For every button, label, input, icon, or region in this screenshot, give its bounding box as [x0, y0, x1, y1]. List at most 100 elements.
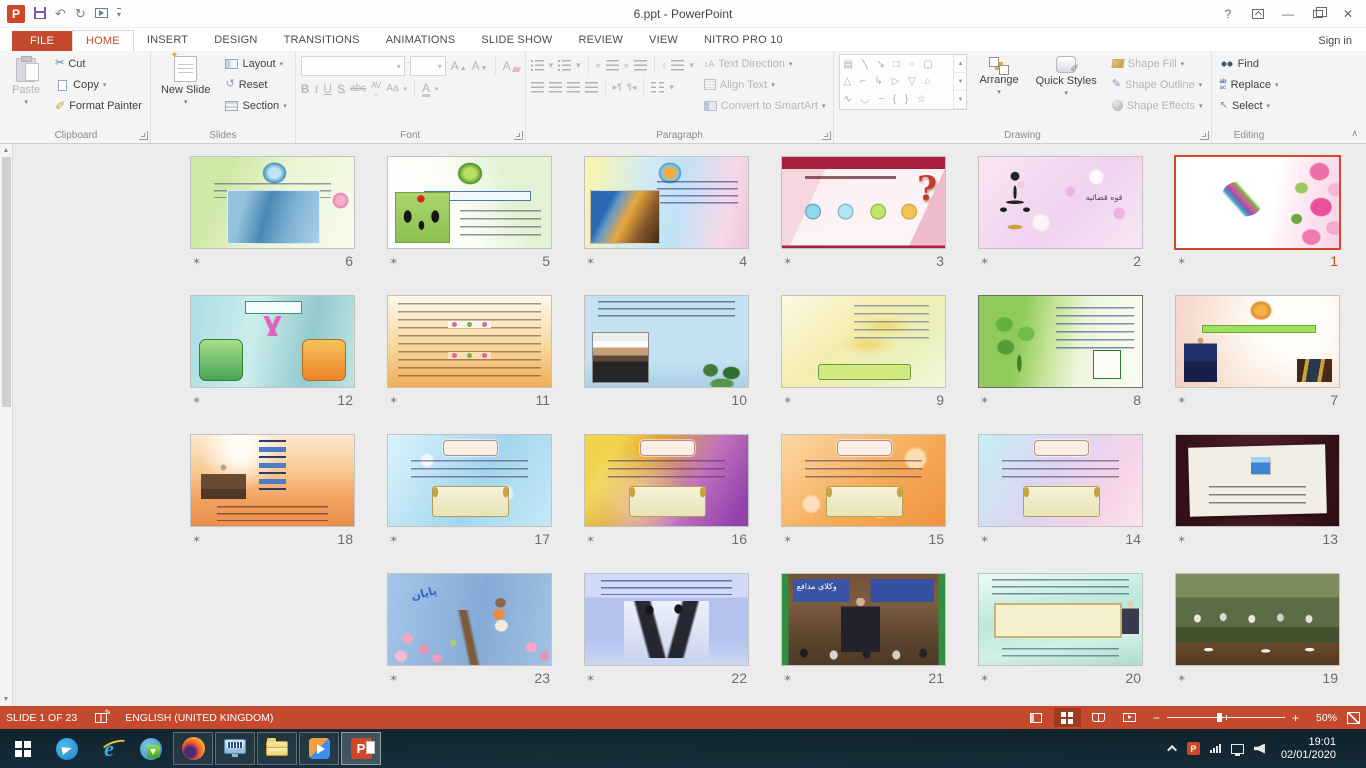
network-icon[interactable] [1231, 744, 1244, 754]
shapes-scroll-up[interactable]: ▲ [954, 55, 966, 73]
zoom-out-button[interactable]: − [1153, 712, 1160, 724]
tab-home[interactable]: HOME [72, 30, 134, 51]
zoom-slider-thumb[interactable] [1217, 713, 1222, 722]
slide-thumbnail[interactable] [978, 295, 1143, 388]
slide-card[interactable]: ✶ 6 [190, 156, 355, 271]
rtl-direction-button[interactable]: ¶◂ [627, 82, 636, 93]
tab-animations[interactable]: ANIMATIONS [373, 30, 469, 51]
slide-card[interactable]: ✶ 11 [387, 295, 552, 410]
text-direction-button[interactable]: ↕AText Direction▾ [701, 54, 829, 73]
slide-thumbnail[interactable]: وکلای مدافع [781, 573, 946, 666]
spell-check-icon[interactable] [95, 713, 107, 723]
slide-thumbnail[interactable] [978, 434, 1143, 527]
slide-card[interactable]: ✶ 8 [978, 295, 1143, 410]
slide-card[interactable]: ✶ 18 [190, 434, 355, 549]
start-from-beginning-button[interactable] [95, 7, 108, 20]
slide-sorter-view-button[interactable] [1054, 708, 1081, 727]
undo-button[interactable]: ↶ [55, 7, 66, 20]
zoom-level[interactable]: 50% [1309, 712, 1337, 724]
fit-slide-to-window-button[interactable] [1347, 712, 1360, 724]
tab-transitions[interactable]: TRANSITIONS [271, 30, 373, 51]
columns-button[interactable] [651, 82, 664, 93]
ribbon-display-options-button[interactable] [1244, 3, 1272, 25]
minimize-button[interactable]: — [1274, 3, 1302, 25]
taskbar-telegram[interactable] [47, 732, 87, 765]
align-right-button[interactable] [567, 82, 580, 93]
slide-thumbnail[interactable] [1175, 573, 1340, 666]
close-button[interactable]: ✕ [1334, 3, 1362, 25]
restore-button[interactable] [1304, 3, 1332, 25]
show-hidden-icons-chevron[interactable] [1167, 745, 1177, 755]
taskbar-internet-explorer[interactable]: e [89, 732, 129, 765]
slide-card[interactable]: ✶ 5 [387, 156, 552, 271]
slide-card[interactable]: ✶ 22 [584, 573, 749, 688]
slide-card[interactable]: ✶ 1 [1175, 156, 1340, 271]
font-color-button[interactable]: A [422, 82, 430, 97]
powerpoint-app-icon[interactable]: P [7, 5, 25, 23]
slide-thumbnail[interactable] [387, 434, 552, 527]
slide-thumbnail[interactable] [584, 573, 749, 666]
tray-powerpoint-icon[interactable]: P [1187, 742, 1200, 755]
slide-thumbnail[interactable] [1175, 295, 1340, 388]
slide-card[interactable]: ✶ 9 [781, 295, 946, 410]
slide-thumbnail[interactable] [781, 156, 946, 249]
slide-thumbnail[interactable]: قوه قضائیه [978, 156, 1143, 249]
find-button[interactable]: Find [1217, 54, 1282, 73]
layout-button[interactable]: Layout▾ [222, 54, 289, 73]
slide-thumbnail[interactable] [781, 295, 946, 388]
slide-thumbnail[interactable] [387, 295, 552, 388]
slide-thumbnail[interactable] [387, 156, 552, 249]
align-left-button[interactable] [531, 82, 544, 93]
replace-button[interactable]: abacReplace▾ [1217, 75, 1282, 94]
slide-thumbnail[interactable] [584, 156, 749, 249]
decrease-indent-button[interactable]: « [596, 60, 601, 70]
ltr-direction-button[interactable]: ▸¶ [613, 82, 622, 93]
tab-nitro-pro-10[interactable]: NITRO PRO 10 [691, 30, 796, 51]
slide-card[interactable]: پایان ✶ 23 [387, 573, 552, 688]
line-spacing-button[interactable]: ↕ [662, 60, 667, 70]
tab-design[interactable]: DESIGN [201, 30, 270, 51]
taskbar-media-player[interactable] [299, 732, 339, 765]
cut-button[interactable]: ✂Cut [52, 54, 145, 73]
shapes-more-button[interactable]: ▼ [954, 91, 966, 109]
paragraph-dialog-launcher[interactable] [822, 131, 831, 140]
slide-card[interactable]: ✶ 15 [781, 434, 946, 549]
justify-button[interactable] [585, 82, 598, 93]
section-button[interactable]: Section▾ [222, 96, 289, 115]
clipboard-dialog-launcher[interactable] [139, 131, 148, 140]
slide-card[interactable]: ✶ 14 [978, 434, 1143, 549]
language-indicator[interactable]: ENGLISH (UNITED KINGDOM) [125, 712, 273, 724]
tab-file[interactable]: FILE [12, 31, 72, 51]
taskbar-firefox[interactable] [173, 732, 213, 765]
shape-outline-button[interactable]: ✎Shape Outline▾ [1109, 75, 1206, 94]
reset-button[interactable]: ↺Reset [222, 75, 289, 94]
numbering-button[interactable] [558, 60, 571, 71]
increase-font-size-button[interactable]: A▲ [451, 60, 467, 72]
slide-thumbnail[interactable] [584, 434, 749, 527]
underline-button[interactable]: U [323, 83, 332, 95]
slide-thumbnail[interactable]: پایان [387, 573, 552, 666]
select-button[interactable]: ↖Select▾ [1217, 96, 1282, 115]
slide-card[interactable]: ✶ 12 [190, 295, 355, 410]
sign-in-link[interactable]: Sign in [1304, 31, 1366, 51]
slide-card[interactable]: ✶ 16 [584, 434, 749, 549]
slide-card[interactable]: وکلای مدافع ✶ 21 [781, 573, 946, 688]
vertical-scrollbar[interactable]: ▲ ▼ [0, 144, 13, 706]
slide-card[interactable]: ✶ 13 [1175, 434, 1340, 549]
taskbar-file-explorer[interactable] [257, 732, 297, 765]
customize-quick-access-button[interactable]: ▾ [117, 8, 121, 19]
slide-card[interactable]: ✶ 7 [1175, 295, 1340, 410]
tab-review[interactable]: REVIEW [565, 30, 636, 51]
slide-card[interactable]: ✶ 19 [1175, 573, 1340, 688]
slide-card[interactable]: ✶ 17 [387, 434, 552, 549]
zoom-slider[interactable] [1167, 717, 1285, 718]
text-shadow-button[interactable]: S [337, 83, 345, 95]
shapes-scroll-down[interactable]: ▼ [954, 73, 966, 91]
strikethrough-button[interactable]: abc [350, 84, 366, 94]
scrollbar-thumb[interactable] [2, 157, 11, 407]
start-button[interactable] [0, 729, 46, 768]
bold-button[interactable]: B [301, 83, 310, 95]
tab-view[interactable]: VIEW [636, 30, 691, 51]
scroll-down-arrow[interactable]: ▼ [3, 693, 10, 706]
slide-thumbnail[interactable] [781, 434, 946, 527]
